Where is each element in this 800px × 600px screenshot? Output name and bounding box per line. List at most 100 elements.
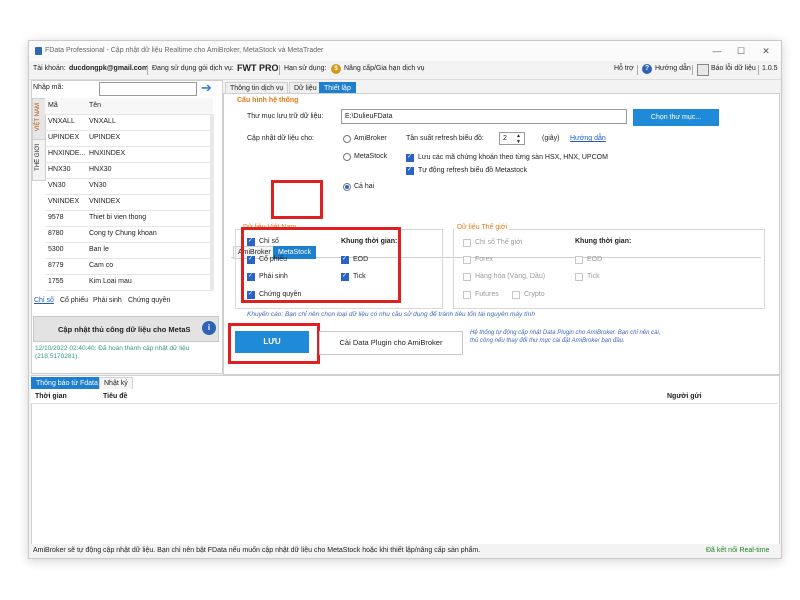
tab-vietnam-label: VIỆT NAM: [35, 103, 41, 132]
list-item[interactable]: UPINDEX UPINDEX: [45, 130, 213, 147]
update-status: 12/10/2022 02:40:40: Đã hoàn thành cập n…: [35, 345, 190, 360]
notifications-header: Thời gian Tiêu đề Người gửi: [31, 389, 778, 404]
package-label: Đang sử dụng gói dịch vụ:: [152, 65, 234, 72]
list-item[interactable]: 8780 Cong ty Chung khoan: [45, 226, 213, 243]
symbol-code: HNXINDE...: [48, 150, 86, 157]
search-input[interactable]: [99, 82, 197, 96]
save-by-exchange-checkbox[interactable]: [406, 153, 414, 162]
symbol-name: Cong ty Chung khoan: [89, 230, 157, 237]
list-item[interactable]: 8779 Cam co: [45, 258, 213, 275]
folder-field[interactable]: E:\DulieuFData: [341, 109, 627, 124]
world-futures-label: Futures: [475, 291, 499, 298]
status-message: AmiBroker sẽ tự động cập nhật dữ liệu. B…: [33, 547, 481, 554]
divider: [637, 65, 638, 75]
title-bar: FData Professional - Cập nhật dữ liệu Re…: [29, 41, 781, 61]
symbol-code: 1755: [48, 278, 64, 285]
symbol-name: HNXINDEX: [89, 150, 126, 157]
radio-metastock[interactable]: [343, 153, 351, 161]
manual-update-label: Cập nhật thủ công dữ liệu cho MetaS: [58, 325, 191, 334]
report-link[interactable]: Báo lỗi dữ liệu: [711, 65, 756, 72]
folder-value: E:\DulieuFData: [345, 113, 393, 120]
list-item[interactable]: 9578 Thiet bi vien thong: [45, 210, 213, 227]
connection-status: Đã kết nối Real-time: [706, 547, 770, 554]
list-item[interactable]: 1755 Kim Loai mau: [45, 274, 213, 291]
world-forex-label: Forex: [475, 256, 493, 263]
symbol-name: Cam co: [89, 262, 114, 269]
tab-world[interactable]: THẾ GIỚI: [32, 139, 46, 181]
list-item[interactable]: HNXINDE... HNXINDEX: [45, 146, 213, 163]
radio-amibroker[interactable]: [343, 135, 351, 143]
refresh-unit: (giây): [542, 135, 560, 142]
help-icon[interactable]: ?: [642, 64, 652, 74]
radio-metastock-label: MetaStock: [354, 153, 388, 160]
symbol-name: Ban le: [89, 246, 109, 253]
list-item[interactable]: VNINDEX VNINDEX: [45, 194, 213, 211]
symbol-code: HNX30: [48, 166, 71, 173]
update-for-label: Cập nhật dữ liệu cho:: [247, 135, 314, 142]
world-eod-checkbox[interactable]: [575, 256, 583, 264]
radio-both[interactable]: [343, 183, 351, 191]
world-commodity-checkbox[interactable]: [463, 273, 471, 281]
filter-warrant[interactable]: Chứng quyền: [128, 297, 170, 304]
install-plugin-button[interactable]: Cài Data Plugin cho AmiBroker: [319, 331, 463, 355]
stepper-arrows-icon[interactable]: ▲ ▼: [516, 133, 521, 145]
column-time: Thời gian: [35, 393, 67, 400]
symbol-code: 9578: [48, 214, 64, 221]
list-item[interactable]: VN30 VN30: [45, 178, 213, 195]
tab-vietnam[interactable]: VIỆT NAM: [32, 98, 46, 140]
symbol-code: 8780: [48, 230, 64, 237]
highlight-box: [241, 227, 401, 303]
list-item[interactable]: 5300 Ban le: [45, 242, 213, 259]
divider: [758, 65, 759, 75]
window-title: FData Professional - Cập nhật dữ liệu Re…: [45, 47, 324, 54]
list-header: Mã Tên: [45, 98, 213, 115]
app-logo-icon: [35, 47, 42, 55]
filter-derivative[interactable]: Phái sinh: [93, 297, 122, 304]
world-crypto-checkbox[interactable]: [512, 291, 520, 299]
symbol-name: VNXALL: [89, 118, 116, 125]
symbol-name: VNINDEX: [89, 198, 121, 205]
world-commodity-label: Hàng hóa (Vàng, Dầu): [475, 273, 546, 280]
auto-refresh-checkbox[interactable]: [406, 166, 414, 175]
list-scrollbar[interactable]: [210, 114, 214, 290]
divider: [279, 65, 280, 75]
account-label: Tài khoản:: [33, 65, 66, 72]
guide-link[interactable]: Hướng dẫn: [655, 65, 691, 72]
symbol-code: VNXALL: [48, 118, 75, 125]
world-forex-checkbox[interactable]: [463, 256, 471, 264]
minimize-button[interactable]: —: [707, 44, 727, 58]
close-button[interactable]: ✕: [756, 44, 776, 58]
refresh-stepper[interactable]: 2 ▲ ▼: [499, 132, 525, 145]
refresh-guide-link[interactable]: Hướng dẫn: [570, 135, 606, 142]
symbol-name: HNX30: [89, 166, 112, 173]
report-icon[interactable]: [697, 64, 709, 76]
info-icon[interactable]: i: [202, 321, 216, 335]
filter-index[interactable]: Chỉ số: [34, 297, 54, 304]
filter-stock[interactable]: Cổ phiếu: [60, 297, 88, 304]
list-item[interactable]: HNX30 HNX30: [45, 162, 213, 179]
support-link[interactable]: Hỗ trợ: [614, 65, 634, 72]
symbol-name: UPINDEX: [89, 134, 121, 141]
upgrade-icon[interactable]: $: [331, 64, 341, 74]
account-bar: Tài khoản: ducdongpk@gmail.com Đang sử d…: [29, 61, 781, 80]
maximize-button[interactable]: ☐: [731, 44, 751, 58]
symbol-code: 8779: [48, 262, 64, 269]
search-label: Nhập mã:: [33, 84, 64, 91]
world-index-checkbox[interactable]: [463, 239, 471, 247]
save-button[interactable]: LƯU: [235, 331, 309, 353]
go-arrow-icon[interactable]: ➔: [201, 81, 212, 94]
plugin-note-1: Hệ thống tự động cập nhật Data Plugin ch…: [470, 330, 661, 336]
world-tick-checkbox[interactable]: [575, 273, 583, 281]
world-futures-checkbox[interactable]: [463, 291, 471, 299]
upgrade-link[interactable]: Nâng cấp/Gia hạn dịch vụ: [344, 65, 425, 72]
manual-update-button[interactable]: Cập nhật thủ công dữ liệu cho MetaS i: [33, 316, 219, 342]
choose-folder-button[interactable]: Chọn thư mục...: [633, 109, 719, 126]
symbol-code: 5300: [48, 246, 64, 253]
column-sender: Người gửi: [667, 393, 702, 400]
list-item[interactable]: VNXALL VNXALL: [45, 114, 213, 131]
radio-both-label: Cả hai: [354, 183, 375, 190]
radio-amibroker-label: AmiBroker: [354, 135, 387, 142]
symbol-name: Kim Loai mau: [89, 278, 132, 285]
expiry-label: Hạn sử dụng:: [284, 65, 327, 72]
symbol-name: VN30: [89, 182, 107, 189]
